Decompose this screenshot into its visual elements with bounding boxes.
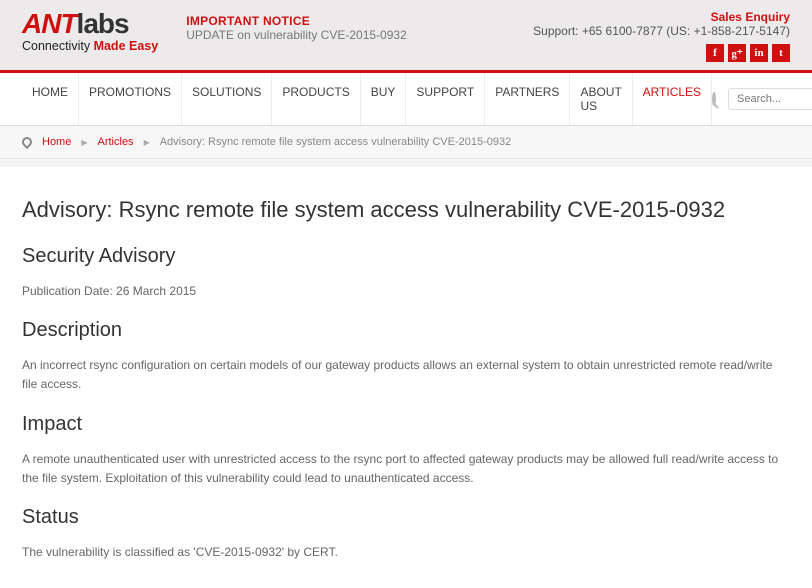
googleplus-icon[interactable]: g⁺ bbox=[728, 44, 746, 62]
heading-description: Description bbox=[22, 319, 790, 342]
logo-labs: labs bbox=[77, 8, 129, 39]
nav-promotions[interactable]: PROMOTIONS bbox=[79, 73, 182, 125]
crumb-articles[interactable]: Articles bbox=[98, 136, 134, 148]
logo-tagline: Connectivity Made Easy bbox=[22, 40, 158, 53]
notice-title: IMPORTANT NOTICE bbox=[186, 14, 407, 28]
nav-buy[interactable]: BUY bbox=[361, 73, 407, 125]
support-phone: Support: +65 6100-7877 (US: +1-858-217-5… bbox=[533, 24, 790, 38]
text-description: An incorrect rsync configuration on cert… bbox=[22, 356, 790, 394]
crumb-home[interactable]: Home bbox=[42, 136, 71, 148]
nav-about[interactable]: ABOUT US bbox=[570, 73, 632, 125]
linkedin-icon[interactable]: in bbox=[750, 44, 768, 62]
notice-link[interactable]: UPDATE on vulnerability CVE-2015-0932 bbox=[186, 28, 407, 42]
heading-advisory: Security Advisory bbox=[22, 245, 790, 268]
search-icon[interactable] bbox=[712, 92, 716, 106]
top-bar: ANTlabs Connectivity Made Easy IMPORTANT… bbox=[0, 0, 812, 73]
pin-icon bbox=[20, 135, 34, 149]
nav-solutions[interactable]: SOLUTIONS bbox=[182, 73, 272, 125]
main-nav: HOME PROMOTIONS SOLUTIONS PRODUCTS BUY S… bbox=[0, 73, 812, 126]
heading-impact: Impact bbox=[22, 413, 790, 436]
text-impact: A remote unauthenticated user with unres… bbox=[22, 450, 790, 488]
heading-status: Status bbox=[22, 506, 790, 529]
publication-date: Publication Date: 26 March 2015 bbox=[22, 282, 790, 301]
twitter-icon[interactable]: t bbox=[772, 44, 790, 62]
text-status: The vulnerability is classified as 'CVE-… bbox=[22, 543, 790, 562]
nav-partners[interactable]: PARTNERS bbox=[485, 73, 570, 125]
logo-ant: ANT bbox=[22, 8, 77, 39]
logo[interactable]: ANTlabs Connectivity Made Easy bbox=[22, 10, 158, 53]
search-input[interactable] bbox=[728, 88, 812, 110]
logo-block: ANTlabs Connectivity Made Easy IMPORTANT… bbox=[22, 10, 407, 62]
nav-articles[interactable]: ARTICLES bbox=[633, 73, 712, 125]
chevron-right-icon: ▶ bbox=[144, 138, 150, 147]
nav-support[interactable]: SUPPORT bbox=[406, 73, 485, 125]
facebook-icon[interactable]: f bbox=[706, 44, 724, 62]
chevron-right-icon: ▶ bbox=[81, 138, 87, 147]
page-title: Advisory: Rsync remote file system acces… bbox=[22, 197, 790, 223]
breadcrumb: Home ▶ Articles ▶ Advisory: Rsync remote… bbox=[0, 126, 812, 159]
contact-block: Sales Enquiry Support: +65 6100-7877 (US… bbox=[533, 10, 790, 62]
crumb-current: Advisory: Rsync remote file system acces… bbox=[160, 136, 512, 148]
sales-enquiry-link[interactable]: Sales Enquiry bbox=[533, 10, 790, 24]
nav-products[interactable]: PRODUCTS bbox=[272, 73, 360, 125]
nav-home[interactable]: HOME bbox=[22, 73, 79, 125]
article-content: Advisory: Rsync remote file system acces… bbox=[0, 167, 812, 588]
notice-block: IMPORTANT NOTICE UPDATE on vulnerability… bbox=[186, 10, 407, 42]
social-icons: f g⁺ in t bbox=[533, 44, 790, 62]
